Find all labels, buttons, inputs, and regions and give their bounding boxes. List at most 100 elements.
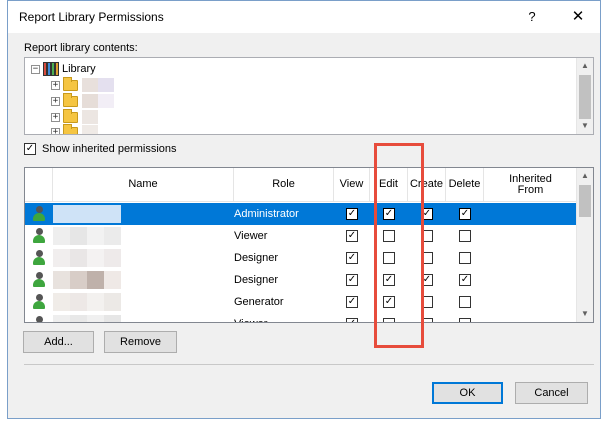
expand-icon[interactable]: + — [51, 112, 60, 122]
redacted-name — [53, 315, 121, 322]
view-cell: ✓ — [334, 225, 370, 247]
table-row[interactable]: Designer ✓ ✓ ✓ ✓ — [25, 269, 578, 291]
name-cell — [53, 291, 234, 313]
delete-checkbox[interactable] — [459, 296, 471, 308]
view-checkbox[interactable]: ✓ — [346, 274, 358, 286]
redacted-block — [70, 205, 87, 223]
folder-icon — [63, 92, 78, 107]
redacted-block — [104, 293, 121, 311]
user-icon — [33, 228, 45, 244]
tree-node-folder[interactable]: + — [51, 76, 114, 93]
create-checkbox[interactable] — [421, 230, 433, 242]
table-row[interactable]: Viewer ✓ — [25, 313, 578, 322]
delete-column-header[interactable]: Delete — [446, 168, 484, 202]
scroll-down-icon[interactable]: ▼ — [577, 118, 593, 134]
expand-icon[interactable]: + — [51, 80, 60, 90]
edit-column-header[interactable]: Edit — [370, 168, 408, 202]
name-cell — [53, 203, 234, 225]
redacted-block — [70, 249, 87, 267]
library-tree[interactable]: − Library + + + + ▲ ▼ — [24, 57, 594, 135]
delete-checkbox[interactable]: ✓ — [459, 208, 471, 220]
expand-icon[interactable]: + — [51, 127, 60, 134]
create-checkbox[interactable] — [421, 296, 433, 308]
redacted-block — [53, 271, 70, 289]
create-checkbox[interactable] — [421, 252, 433, 264]
table-row[interactable]: Administrator ✓ ✓ ✓ ✓ — [25, 203, 578, 225]
table-row[interactable]: Generator ✓ ✓ — [25, 291, 578, 313]
view-checkbox[interactable]: ✓ — [346, 230, 358, 242]
tree-node-library[interactable]: − Library — [31, 61, 96, 77]
role-column-header[interactable]: Role — [234, 168, 334, 202]
edit-checkbox[interactable]: ✓ — [383, 296, 395, 308]
edit-checkbox[interactable] — [383, 252, 395, 264]
icon-cell — [25, 203, 53, 225]
title-bar: Report Library Permissions ? ✕ — [8, 1, 600, 33]
inherited-from-cell — [484, 313, 578, 322]
redacted-block — [70, 271, 87, 289]
delete-checkbox[interactable] — [459, 252, 471, 264]
redacted-block — [104, 227, 121, 245]
create-checkbox[interactable] — [421, 318, 433, 322]
show-inherited-check[interactable]: ✓ — [24, 143, 36, 155]
redacted-block — [104, 315, 121, 322]
redacted-name — [53, 227, 121, 245]
expand-icon[interactable]: + — [51, 96, 60, 106]
redacted-label — [98, 78, 114, 92]
create-column-header[interactable]: Create — [408, 168, 446, 202]
scroll-thumb[interactable] — [579, 185, 591, 217]
tree-root-label: Library — [62, 63, 96, 75]
name-cell — [53, 269, 234, 291]
redacted-block — [87, 205, 104, 223]
redacted-name — [53, 271, 121, 289]
view-checkbox[interactable]: ✓ — [346, 296, 358, 308]
edit-checkbox[interactable] — [383, 318, 395, 322]
grid-header: Name Role View Edit Create Delete Inheri… — [25, 168, 578, 202]
view-checkbox[interactable]: ✓ — [346, 208, 358, 220]
tree-node-folder[interactable]: + — [51, 92, 114, 109]
edit-checkbox[interactable]: ✓ — [383, 274, 395, 286]
redacted-block — [87, 271, 104, 289]
role-cell: Designer — [234, 252, 279, 264]
collapse-icon[interactable]: − — [31, 64, 40, 74]
show-inherited-checkbox[interactable]: ✓ Show inherited permissions — [24, 143, 177, 155]
view-column-header[interactable]: View — [334, 168, 370, 202]
name-cell — [53, 313, 234, 322]
scroll-up-icon[interactable]: ▲ — [577, 58, 593, 74]
create-checkbox[interactable]: ✓ — [421, 274, 433, 286]
edit-cell — [370, 247, 408, 269]
view-cell: ✓ — [334, 203, 370, 225]
icon-cell — [25, 225, 53, 247]
icon-cell — [25, 269, 53, 291]
separator — [24, 364, 594, 365]
close-button[interactable]: ✕ — [566, 4, 590, 30]
dialog-title: Report Library Permissions — [19, 10, 164, 24]
view-checkbox[interactable]: ✓ — [346, 318, 358, 322]
scroll-down-icon[interactable]: ▼ — [577, 306, 593, 322]
delete-cell — [446, 247, 484, 269]
tree-node-folder[interactable]: + — [51, 123, 98, 134]
cancel-button[interactable]: Cancel — [515, 382, 588, 404]
ok-button[interactable]: OK — [432, 382, 503, 404]
delete-checkbox[interactable] — [459, 318, 471, 322]
delete-checkbox[interactable]: ✓ — [459, 274, 471, 286]
delete-checkbox[interactable] — [459, 230, 471, 242]
remove-button[interactable]: Remove — [104, 331, 177, 353]
inherited-from-column-header[interactable]: Inherited From — [484, 168, 578, 202]
table-row[interactable]: Designer ✓ — [25, 247, 578, 269]
help-button[interactable]: ? — [520, 4, 544, 30]
redacted-block — [104, 249, 121, 267]
scroll-thumb[interactable] — [579, 75, 591, 119]
tree-node-folder[interactable]: + — [51, 108, 98, 125]
edit-checkbox[interactable] — [383, 230, 395, 242]
edit-checkbox[interactable]: ✓ — [383, 208, 395, 220]
folder-icon — [63, 108, 78, 123]
add-button[interactable]: Add... — [23, 331, 94, 353]
name-column-header[interactable]: Name — [53, 168, 234, 202]
table-row[interactable]: Viewer ✓ — [25, 225, 578, 247]
grid-scrollbar[interactable]: ▲ ▼ — [576, 168, 593, 322]
permissions-grid[interactable]: Name Role View Edit Create Delete Inheri… — [24, 167, 594, 323]
view-checkbox[interactable]: ✓ — [346, 252, 358, 264]
tree-scrollbar[interactable]: ▲ ▼ — [576, 58, 593, 134]
scroll-up-icon[interactable]: ▲ — [577, 168, 593, 184]
create-checkbox[interactable]: ✓ — [421, 208, 433, 220]
